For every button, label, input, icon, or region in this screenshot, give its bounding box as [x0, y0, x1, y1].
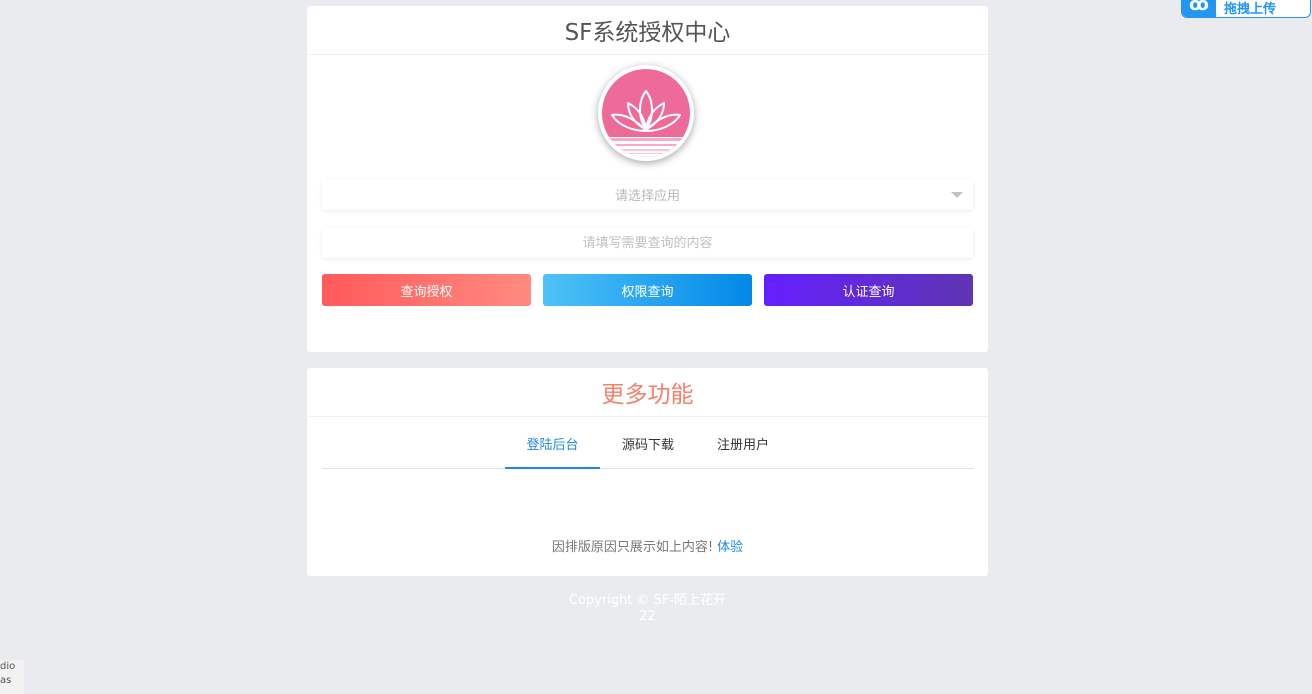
- overlay-line-1: dio: [0, 661, 16, 672]
- feature-tabs: 登陆后台 源码下载 注册用户: [322, 430, 974, 469]
- caret-down-icon: [951, 192, 963, 198]
- overlay-line-2: as: [0, 675, 12, 686]
- try-link[interactable]: 体验: [717, 540, 743, 555]
- page: ꝏ 拖拽上传 SF系统授权中心 请选择应用 请填写需要查询的内容 查询授权 权限…: [0, 0, 1312, 694]
- more-features-card: 更多功能 登陆后台 源码下载 注册用户 因排版原因只展示如上内容! 体验: [307, 368, 988, 576]
- footer-number: 22: [639, 609, 656, 624]
- layout-notice: 因排版原因只展示如上内容! 体验: [307, 536, 988, 555]
- tab-login-backend[interactable]: 登陆后台: [505, 430, 600, 469]
- app-select-placeholder: 请选择应用: [614, 189, 680, 204]
- auth-card-title: SF系统授权中心: [307, 6, 988, 55]
- bottom-left-overlay: dio as: [0, 660, 24, 694]
- copyright-text: Copyright © SF-陌上花开: [568, 593, 727, 608]
- footer: Copyright © SF-陌上花开 22: [307, 593, 988, 625]
- auth-card: SF系统授权中心 请选择应用 请填写需要查询的内容 查询授权 权限查询 认证查询: [307, 6, 988, 352]
- tab-source-download[interactable]: 源码下载: [618, 430, 678, 467]
- logo-avatar: [598, 65, 694, 161]
- permission-query-button[interactable]: 权限查询: [543, 274, 752, 306]
- infinity-icon: ꝏ: [1182, 0, 1216, 17]
- upload-badge-label: 拖拽上传: [1224, 1, 1277, 17]
- query-input[interactable]: [322, 228, 973, 258]
- certification-query-button[interactable]: 认证查询: [764, 274, 973, 306]
- query-auth-button[interactable]: 查询授权: [322, 274, 531, 306]
- more-features-title: 更多功能: [307, 368, 988, 417]
- tab-register-user[interactable]: 注册用户: [713, 430, 773, 467]
- notice-text: 因排版原因只展示如上内容!: [551, 540, 714, 555]
- app-select[interactable]: 请选择应用: [322, 179, 973, 210]
- upload-badge[interactable]: ꝏ 拖拽上传: [1181, 0, 1311, 18]
- lotus-icon: [602, 69, 690, 157]
